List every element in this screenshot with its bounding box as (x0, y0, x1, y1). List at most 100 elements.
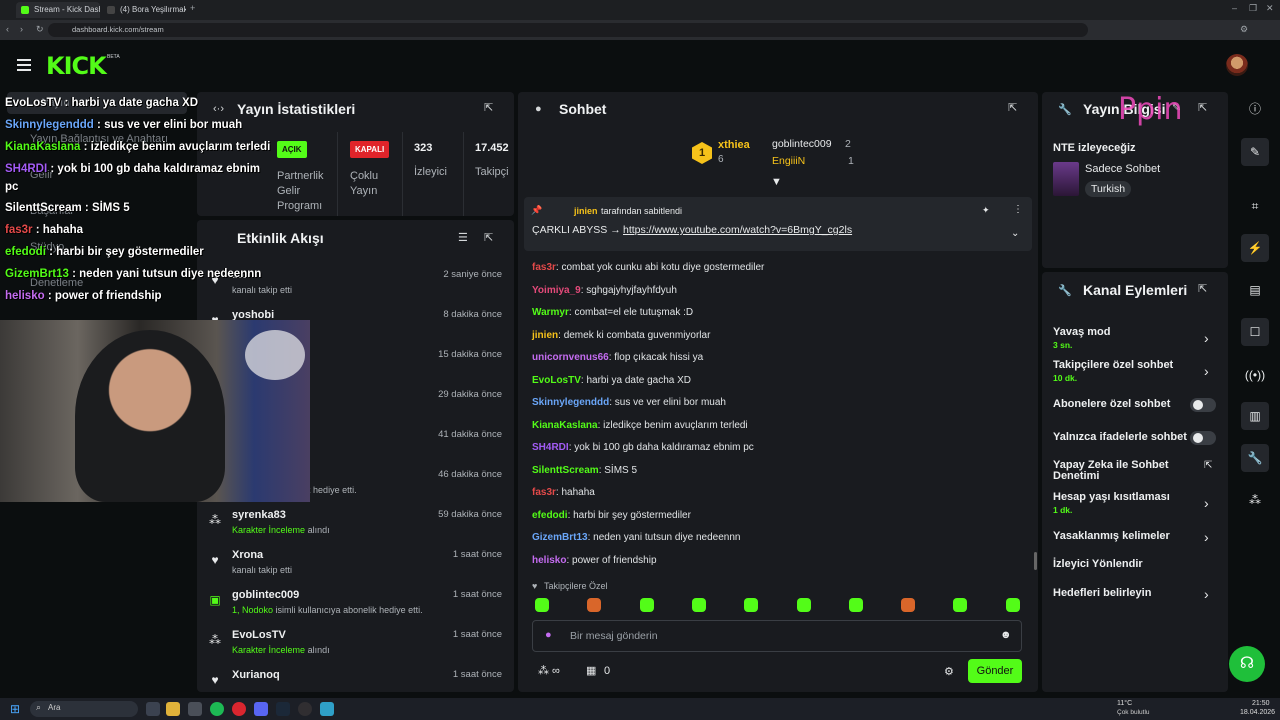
chevron-right-icon[interactable]: › (1204, 363, 1209, 379)
settings-icon[interactable]: ⚙ (944, 665, 954, 678)
chat-username[interactable]: Yoimiya_9 (532, 285, 581, 296)
chat-message[interactable]: GizemBrt13: neden yani tutsun diye nedee… (532, 532, 740, 543)
chat-username[interactable]: helisko (532, 555, 566, 566)
url-field[interactable]: dashboard.kick.com/stream (48, 23, 1088, 37)
close-icon[interactable]: ✕ (1266, 3, 1274, 14)
chevron-right-icon[interactable]: › (1204, 495, 1209, 511)
unpin-icon[interactable]: ✦ (982, 205, 990, 216)
activity-user[interactable]: Xrona (232, 549, 263, 561)
emote-icon[interactable] (744, 598, 759, 612)
tag-badge[interactable]: Turkish (1085, 181, 1132, 197)
document-icon[interactable]: ▤ (1241, 276, 1269, 304)
channel-action-item[interactable]: Hesap yaşı kısıtlaması 1 dk. (1053, 492, 1203, 516)
filter-icon[interactable]: ☰ (458, 231, 468, 244)
discord-icon[interactable] (254, 702, 268, 716)
activity-user[interactable]: goblintec009 (232, 589, 299, 601)
obs-icon[interactable] (298, 702, 312, 716)
chat-message[interactable]: SilenttScream: SİMS 5 (532, 465, 637, 476)
emote-icon[interactable] (901, 598, 916, 612)
browser-tab-active[interactable]: Stream - Kick Dashboard (16, 2, 100, 18)
chat-message[interactable]: fas3r: hahaha (532, 487, 595, 498)
chat-message[interactable]: efedodi: harbi bir şey göstermediler (532, 510, 691, 521)
channel-action-item[interactable]: Hedefleri belirleyin (1053, 588, 1203, 599)
windows-start-icon[interactable]: ⊞ (10, 702, 20, 716)
chat-bubble-icon[interactable]: ☐ (1241, 318, 1269, 346)
emote-icon[interactable] (535, 598, 549, 612)
chat-message[interactable]: EvoLosTV: harbi ya date gacha XD (532, 375, 691, 386)
chat-message[interactable]: jinien: demek ki combata guvenmiyorlar (532, 330, 710, 341)
opera-icon[interactable] (232, 702, 246, 716)
users-icon[interactable]: ⁂ (1241, 486, 1269, 514)
channel-action-item[interactable]: Abonelere özel sohbet (1053, 399, 1203, 410)
broadcast-icon[interactable]: ((•)) (1241, 361, 1269, 389)
activity-item[interactable]: ⁂ EvoLosTV Karakter İnceleme alındı 1 saat … (205, 629, 505, 669)
activity-item[interactable]: ♥ Xrona kanalı takip etti 1 saat önce (205, 549, 505, 589)
settings-icon[interactable] (188, 702, 202, 716)
chat-username[interactable]: unicornvenus66 (532, 352, 609, 363)
chat-username[interactable]: SH4RDI (532, 442, 569, 453)
support-icon[interactable]: ☊ (1229, 646, 1265, 682)
toggle-switch[interactable] (1190, 431, 1216, 445)
emote-icon[interactable] (953, 598, 968, 612)
crop-icon[interactable]: ⌗ (1241, 192, 1269, 220)
channel-action-item[interactable]: Takipçilere özel sohbet 10 dk. (1053, 360, 1203, 384)
layout-icon[interactable]: ▥ (1241, 402, 1269, 430)
lightning-icon[interactable]: ⚡ (1241, 234, 1269, 262)
minimize-icon[interactable]: – (1232, 3, 1237, 13)
chat-username[interactable]: fas3r (532, 262, 556, 273)
chat-username[interactable]: KianaKaslana (532, 420, 598, 431)
emote-icon[interactable] (1005, 598, 1020, 612)
edit-icon[interactable]: ✎ (1241, 138, 1269, 166)
channel-action-item[interactable]: Yavaş mod 3 sn. (1053, 327, 1203, 351)
scrollbar[interactable] (1034, 552, 1037, 570)
extensions-icon[interactable]: ⚙ (1240, 24, 1248, 35)
channel-action-item[interactable]: Yasaklanmış kelimeler (1053, 531, 1203, 542)
chat-message[interactable]: Yoimiya_9: sghgajyhyjfayhfdyuh (532, 285, 677, 296)
channel-action-item[interactable]: İzleyici Yönlendir (1053, 559, 1203, 570)
steam-icon[interactable] (276, 702, 290, 716)
expand-gifters-icon[interactable]: ▼ (771, 176, 782, 188)
chat-username[interactable]: Warmyr (532, 307, 569, 318)
popout-icon[interactable]: ⇱ (484, 101, 493, 114)
chat-username[interactable]: efedodi (532, 510, 568, 521)
reload-icon[interactable]: ↻ (36, 24, 44, 35)
mic-icon[interactable]: ● (545, 629, 552, 641)
toggle-switch[interactable] (1190, 398, 1216, 412)
browser-tab[interactable]: (4) Bora Yeşilırmak (@Bo (102, 2, 186, 18)
send-button[interactable]: Gönder (968, 659, 1022, 683)
taskview-icon[interactable] (146, 702, 160, 716)
users-icon[interactable]: ⁂ ∞ (538, 664, 560, 677)
chat-message[interactable]: fas3r: combat yok cunku abi kotu diye go… (532, 262, 764, 273)
wrench-icon[interactable]: 🔧 (1241, 444, 1269, 472)
popout-icon[interactable]: ⇱ (1198, 282, 1207, 295)
back-icon[interactable]: ‹ (6, 24, 9, 34)
channel-action-item[interactable]: Yapay Zeka ile Sohbet Denetimi (1053, 460, 1203, 482)
info-icon[interactable]: ⓘ (1241, 95, 1269, 123)
popout-icon[interactable]: ⇱ (484, 231, 493, 244)
activity-item[interactable]: ⁂ syrenka83 Karakter İnceleme alındı 59 dak… (205, 509, 505, 549)
chat-message[interactable]: helisko: power of friendship (532, 555, 657, 566)
chat-message[interactable]: KianaKaslana: izledikçe benim avuçlarım … (532, 420, 748, 431)
spotify-icon[interactable] (210, 702, 224, 716)
chat-username[interactable]: fas3r (532, 487, 556, 498)
app-icon[interactable] (320, 702, 334, 716)
chevron-down-icon[interactable]: ⌄ (1011, 228, 1019, 239)
channel-action-item[interactable]: Yalnızca ifadelerle sohbet (1053, 432, 1203, 443)
chat-message[interactable]: SH4RDI: yok bi 100 gb daha kaldıramaz eb… (532, 442, 754, 453)
pinned-link[interactable]: https://www.youtube.com/watch?v=6BmgY_cg… (623, 224, 852, 236)
activity-user[interactable]: syrenka83 (232, 509, 286, 521)
chat-username[interactable]: EvoLosTV (532, 375, 581, 386)
emoji-icon[interactable]: ☻ (1000, 629, 1012, 641)
chevron-right-icon[interactable]: › (1204, 330, 1209, 346)
emote-icon[interactable] (848, 598, 863, 612)
popout-icon[interactable]: ⇱ (1008, 101, 1017, 114)
chat-message[interactable]: unicornvenus66: flop çıkacak hissi ya (532, 352, 703, 363)
chat-username[interactable]: Skinnylegenddd (532, 397, 609, 408)
more-icon[interactable]: ⋮ (1013, 204, 1023, 215)
emote-icon[interactable] (587, 598, 602, 612)
popout-icon[interactable]: ⇱ (1198, 101, 1207, 114)
explorer-icon[interactable] (166, 702, 180, 716)
chat-username[interactable]: GizemBrt13 (532, 532, 588, 543)
store-icon[interactable]: ▦ (586, 664, 596, 677)
chevron-right-icon[interactable]: › (1204, 586, 1209, 602)
